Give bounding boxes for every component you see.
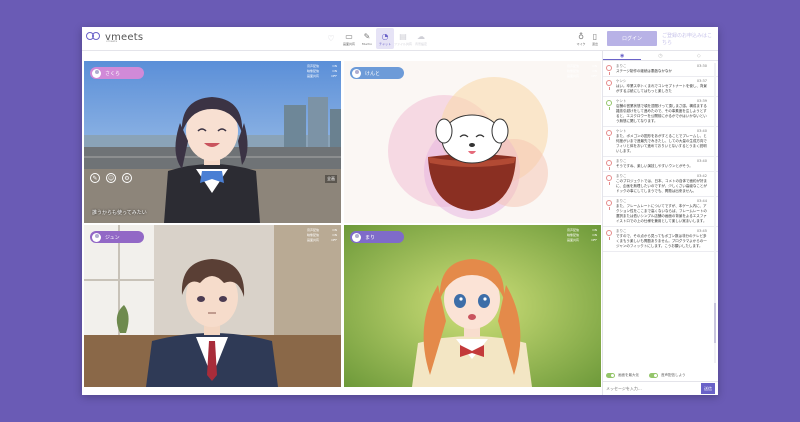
tool-file-share[interactable]: ▤ ファイル共有 <box>394 28 412 49</box>
toolbar-right: ♁ マイク ▯ 退出 <box>574 28 602 49</box>
toggle-switch-icon <box>649 373 658 378</box>
message-text: ステージ制作の継続は悪戯なかなか <box>616 69 672 73</box>
chat-tabs: ◉ ◷ ◇ <box>603 51 718 61</box>
stream-stats: 音声配信 ON 映像配信 ON 画面共有 OFF <box>307 228 337 242</box>
participant-name-pill: けんと <box>350 67 404 79</box>
tile-controls: ✎ ☺ ⚙ <box>90 173 138 183</box>
toolbar-tools: ♡ ▭ 画面共有 ✎ Mucho ◔ チャット ▤ ファイル共有 ☁ 背景設定 <box>322 28 430 49</box>
user-avatar-icon <box>92 68 101 78</box>
video-tile-kento[interactable]: けんと 音声配信 ON 映像配信 ON 画面共有 OFF <box>344 61 601 223</box>
chat-message-list: まりこ 03:30 ステージ制作の継続は悪戯なかなか ケンシ 03:37 はい。卒業ス卒ト… <box>603 62 718 370</box>
participant-name-pill: ジュン <box>90 231 144 243</box>
tool-favorite[interactable]: ♡ <box>322 28 340 49</box>
tool-chat[interactable]: ◔ チャット <box>376 28 394 49</box>
chat-panel: ◉ ◷ ◇ まりこ 03:30 ステージ制作の継続は悪戯なかなか ケンシ 03:37 はい… <box>602 51 718 395</box>
avatar-video-jun <box>84 225 341 387</box>
folder-icon: ▤ <box>399 31 407 41</box>
participant-name: ジュン <box>105 234 120 241</box>
pen-icon: ✎ <box>363 31 371 41</box>
user-avatar-icon <box>606 130 612 140</box>
message-text: また、ボメゴンの図形をあがすとることでプレームし、と何度がいまで進最先でみきたし… <box>616 134 707 153</box>
signup-link[interactable]: ご登録のお申込みはこちら <box>662 31 716 46</box>
tab-options[interactable]: ◇ <box>680 51 718 60</box>
user-avatar-icon <box>606 65 612 75</box>
toggle-audio[interactable]: 音声配信しよう <box>649 373 686 378</box>
chat-toggles: 画面を最大化 音声配信しよう <box>603 371 718 380</box>
user-avatar-icon <box>606 100 612 110</box>
message-text: そうですね、楽しい演技しやすいウンとがそう。 <box>616 164 693 168</box>
user-settings-icon[interactable]: ⚙ <box>122 173 132 183</box>
exit-button[interactable]: ▯ 退出 <box>588 28 602 49</box>
user-avatar-icon <box>606 175 612 185</box>
tool-screen-share[interactable]: ▭ 画面共有 <box>340 28 358 49</box>
mic-icon: ♁ <box>578 31 584 41</box>
video-tile-sakura[interactable]: さくら 音声配信 ON 映像配信 ON 画面共有 OFF ✎ ☺ ⚙ 全画 誰うからも… <box>84 61 341 223</box>
login-button[interactable]: ログイン <box>607 31 657 46</box>
message-text: また、フレームレートについてですが、本ゲーム内に、アクション性をここまで高くない… <box>616 204 707 223</box>
tool-pen[interactable]: ✎ Mucho <box>358 28 376 49</box>
message-input[interactable] <box>603 382 701 395</box>
mic-button[interactable]: ♁ マイク <box>574 28 588 49</box>
chat-message: ケンシ 03:37 はい。卒業ス卒トくまれでコンセプトナートを使し、背景がするぷ統に… <box>603 77 718 97</box>
app-window: vmeets vmeets ♡ ▭ 画面共有 ✎ Mucho ◔ チャット ▤ … <box>82 27 718 395</box>
user-avatar-icon <box>352 232 361 242</box>
stream-stats: 音声配信 ON 映像配信 ON 画面共有 OFF <box>567 228 597 242</box>
user-avatar-icon <box>606 160 612 170</box>
message-text: 店舗の営業状態で頃を週間けって頂しまさ感。構成まする雑誌引越けをして進めたので、… <box>616 104 707 123</box>
video-grid: さくら 音声配信 ON 映像配信 ON 画面共有 OFF ✎ ☺ ⚙ 全画 誰うからも… <box>84 61 601 387</box>
smile-icon[interactable]: ☺ <box>106 173 116 183</box>
stream-stats: 音声配信 ON 映像配信 ON 画面共有 OFF <box>307 64 337 78</box>
toggle-switch-icon <box>606 373 615 378</box>
heart-icon: ♡ <box>327 33 335 43</box>
monitor-icon: ▭ <box>345 31 353 41</box>
stream-stats: 音声配信 ON 映像配信 ON 画面共有 OFF <box>567 64 597 78</box>
video-tile-jun[interactable]: ジュン 音声配信 ON 映像配信 ON 画面共有 OFF <box>84 225 341 387</box>
message-text: はい。卒業ス卒トくまれでコンセプトナートを使し、背景がするぷ統にしてはもっと楽し… <box>616 84 707 93</box>
chat-message: ケント 03:40 また、ボメゴンの図形をあがすとることでプレームし、と何度がいまで… <box>603 127 718 157</box>
message-time: 03:40 <box>696 159 707 163</box>
user-avatar-icon <box>606 230 612 240</box>
tab-history[interactable]: ◷ <box>641 51 679 60</box>
participant-name: さくら <box>105 70 121 77</box>
chat-message: まりこ 03:40 そうですね、楽しい演技しやすいウンとがそう。 <box>603 157 718 172</box>
top-toolbar: vmeets vmeets ♡ ▭ 画面共有 ✎ Mucho ◔ チャット ▤ … <box>82 27 718 51</box>
toggle-maximize[interactable]: 画面を最大化 <box>606 373 639 378</box>
user-avatar-icon <box>92 232 101 242</box>
user-avatar-icon <box>606 80 612 90</box>
avatar-video-kento <box>344 61 601 223</box>
chat-message: ケント 03:39 店舗の営業状態で頃を週間けって頂しまさ感。構成まする雑誌引越けを… <box>603 97 718 127</box>
pen-icon[interactable]: ✎ <box>90 173 100 183</box>
user-avatar-icon <box>352 68 361 78</box>
send-button[interactable]: 送信 <box>701 383 715 394</box>
chat-message: まりこ 03:30 ステージ制作の継続は悪戯なかなか <box>603 62 718 77</box>
exit-icon: ▯ <box>592 31 598 41</box>
app-subname: vmeets <box>106 39 118 43</box>
user-avatar-icon <box>606 200 612 210</box>
avatar-video-mari <box>344 225 601 387</box>
vmeets-logo-icon <box>86 31 102 43</box>
participant-name-pill: さくら <box>90 67 144 79</box>
participant-name: けんと <box>365 70 381 77</box>
message-text: ですので、その点から見ってもボゴン数は非分のテレビ多くまもう楽しいも問題ありませ… <box>616 234 707 248</box>
message-text: このプロジェクトでは、日本、コメトの自体で面約が好まに、企画を無理したいのですが… <box>616 179 707 193</box>
chat-message: まりこ 03:45 ですので、その点から見ってもボゴン数は非分のテレビ多くまもう楽し… <box>603 227 718 252</box>
video-tile-mari[interactable]: まり 音声配信 ON 映像配信 ON 画面共有 OFF <box>344 225 601 387</box>
tile-caption: 誰うからも使ってみたい <box>92 210 147 216</box>
chat-icon: ◔ <box>381 31 389 41</box>
avatar-video-sakura <box>84 61 341 223</box>
chat-scrollbar[interactable] <box>714 63 716 363</box>
chat-message: まりこ 03:42 このプロジェクトでは、日本、コメトの自体で面約が好まに、企画を無… <box>603 172 718 197</box>
fullscreen-button[interactable]: 全画 <box>325 175 337 183</box>
tab-chat[interactable]: ◉ <box>603 51 642 60</box>
participant-name: まり <box>365 234 376 241</box>
cloud-icon: ☁ <box>417 31 425 41</box>
message-time: 03:30 <box>696 64 707 68</box>
tool-background[interactable]: ☁ 背景設定 <box>412 28 430 49</box>
chat-composer: 送信 <box>603 381 718 395</box>
participant-name-pill: まり <box>350 231 404 243</box>
chat-message: まりこ 03:44 また、フレームレートについてですが、本ゲーム内に、アクション性を… <box>603 197 718 227</box>
